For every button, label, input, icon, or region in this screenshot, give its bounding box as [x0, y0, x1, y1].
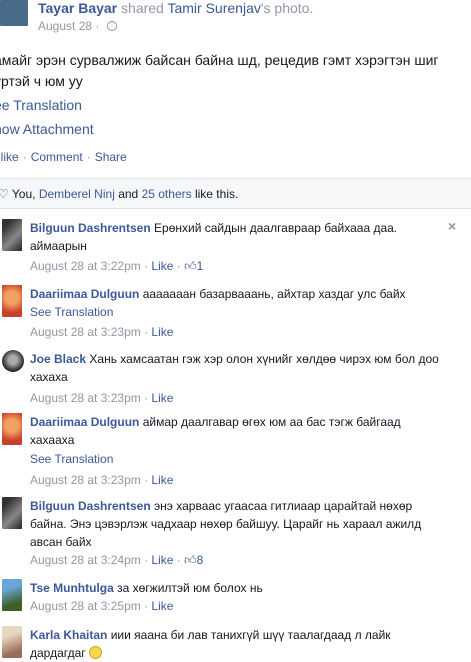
comment-like-link[interactable]: Like — [151, 325, 173, 339]
post-meta: August 28 · — [38, 19, 117, 33]
comment-see-translation[interactable]: See Translation — [30, 305, 113, 319]
unlike-link[interactable]: nlike — [0, 150, 19, 164]
comment-author[interactable]: Karla Khaitan — [30, 628, 107, 642]
comment-author[interactable]: Bilguun Dashrentsen — [30, 221, 151, 235]
comment: Daariimaa Dulguun аймар даалгавар өгөх ю… — [30, 413, 440, 449]
comment-author[interactable]: Daariimaa Dulguun — [30, 415, 139, 429]
comment: Bilguun Dashrentsen энэ харваас угаасаа … — [30, 497, 445, 551]
comment: Karla Khaitan иии яаана би лав танихгүй … — [30, 626, 440, 662]
comment-meta: August 28 at 3:25pm · Like — [30, 599, 174, 613]
globe-icon — [106, 21, 117, 31]
close-icon[interactable]: × — [448, 218, 456, 234]
comment: Joe Black Хань хамсаатан гэж хэр олон хү… — [30, 350, 450, 386]
comment: Bilguun Dashrentsen Ерөнхий сайдын даалг… — [30, 219, 440, 255]
comment-meta: August 28 at 3:23pm · Like — [30, 391, 174, 405]
post-author-name[interactable]: Tayar Bayar — [38, 0, 117, 16]
comment-like-link[interactable]: Like — [151, 553, 173, 567]
comment-like-count[interactable]: 1 — [197, 259, 204, 273]
avatar[interactable] — [2, 285, 22, 317]
comment-author[interactable]: Tse Munhtulga — [30, 581, 114, 595]
post-action: shared — [121, 0, 164, 16]
comment-like-link[interactable]: Like — [151, 473, 173, 487]
comment-text: ааааааан базарвааань, айхтар хаздаг улс … — [142, 287, 406, 301]
heart-icon: ♡ — [0, 187, 9, 201]
avatar[interactable] — [2, 350, 24, 372]
comment-time[interactable]: August 28 at 3:24pm — [30, 553, 141, 567]
comment-time[interactable]: August 28 at 3:23pm — [30, 325, 141, 339]
thumbs-up-icon: 👍︎ — [184, 259, 197, 273]
avatar[interactable] — [2, 626, 22, 658]
avatar[interactable] — [2, 579, 22, 611]
smile-emoji-icon — [88, 646, 102, 659]
comment-see-translation[interactable]: See Translation — [30, 452, 113, 466]
comment-meta: August 28 at 3:23pm · Like — [30, 325, 174, 339]
comment-like-link[interactable]: Like — [151, 599, 173, 613]
avatar[interactable] — [2, 497, 22, 529]
comment-time[interactable]: August 28 at 3:25pm — [30, 599, 141, 613]
avatar[interactable] — [2, 413, 22, 445]
comment-meta: August 28 at 3:22pm · Like · 👍︎1 — [30, 259, 204, 273]
post-author-avatar[interactable] — [0, 0, 28, 26]
comment-like-link[interactable]: Like — [151, 391, 173, 405]
show-attachment-link[interactable]: how Attachment — [0, 121, 94, 137]
divider — [0, 208, 471, 209]
comment-author[interactable]: Joe Black — [30, 352, 86, 366]
comment-time[interactable]: August 28 at 3:22pm — [30, 259, 141, 273]
avatar[interactable] — [2, 219, 22, 251]
thumbs-up-icon: 👍︎ — [184, 553, 197, 567]
comment-text: Хань хамсаатан гэж хэр олон хүнийг хөлдө… — [30, 352, 439, 384]
share-link[interactable]: Share — [95, 150, 127, 164]
comment-like-count[interactable]: 8 — [197, 553, 204, 567]
likers-others-link[interactable]: 25 others — [142, 187, 192, 201]
comment-meta: August 28 at 3:23pm · Like — [30, 473, 174, 487]
liker-friend-link[interactable]: Demberel Ninj — [39, 187, 115, 201]
post-actions: nlike·Comment·Share — [0, 150, 127, 164]
post-date[interactable]: August 28 — [38, 19, 92, 33]
post-header: Tayar Bayar shared Tamir Surenjav's phot… — [38, 0, 313, 16]
comment-text: за хөгжилтэй юм болох нь — [117, 581, 263, 595]
comment-meta: August 28 at 3:24pm · Like · 👍︎8 — [30, 553, 204, 567]
comment-time[interactable]: August 28 at 3:23pm — [30, 473, 141, 487]
comment-link[interactable]: Comment — [31, 150, 83, 164]
comment-time[interactable]: August 28 at 3:23pm — [30, 391, 141, 405]
comment-like-link[interactable]: Like — [151, 259, 173, 273]
comment-author[interactable]: Daariimaa Dulguun — [30, 287, 139, 301]
comment-author[interactable]: Bilguun Dashrentsen — [30, 499, 151, 513]
likes-summary: ♡ You, Demberel Ninj and 25 others like … — [0, 187, 239, 201]
comment: Tse Munhtulga за хөгжилтэй юм болох нь — [30, 579, 440, 597]
post-see-translation[interactable]: ee Translation — [0, 97, 82, 113]
shared-from-link[interactable]: Tamir Surenjav's photo. — [167, 0, 313, 16]
post-text: амайг эрэн сурвалжиж байсан байна шд, ре… — [0, 52, 439, 89]
comment: Daariimaa Dulguun ааааааан базарвааань, … — [30, 285, 440, 303]
